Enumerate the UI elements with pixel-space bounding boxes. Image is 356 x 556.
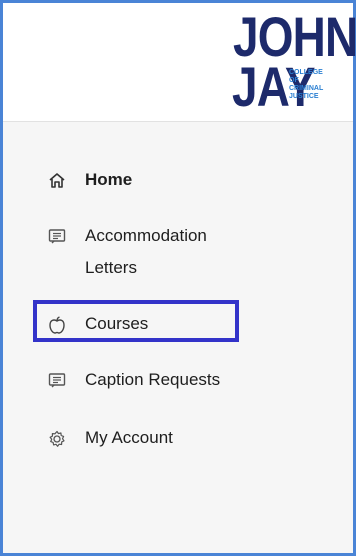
logo-sub-2: OF [289,77,299,84]
logo-sub-3: CRIMINAL [289,85,324,92]
nav-label-accommodation: Accommodation Letters [85,220,207,284]
logo-sub-1: COLLEGE [289,69,323,76]
nav-item-home[interactable]: Home [47,164,132,196]
gear-icon [47,428,67,448]
nav-item-caption-requests[interactable]: Caption Requests [47,364,220,396]
nav-label-home: Home [85,170,133,189]
nav-label-accommodation-line2: Letters [85,258,137,277]
courses-highlight-box [33,300,239,342]
logo-sub-4: JUSTICE [289,93,319,100]
nav-label-my-account: My Account [85,428,173,447]
message-icon [47,226,67,246]
nav-label-accommodation-line1: Accommodation [85,226,207,245]
nav-item-accommodation-letters[interactable]: Accommodation Letters [47,220,207,284]
message-icon [47,370,67,390]
logo-subtitle: COLLEGE OF CRIMINAL JUSTICE [289,69,323,101]
header: JOHN JAY COLLEGE OF CRIMINAL JUSTICE [3,3,356,122]
nav-label-caption-requests: Caption Requests [85,370,221,389]
home-icon [47,170,67,190]
nav-item-my-account[interactable]: My Account [47,422,173,454]
